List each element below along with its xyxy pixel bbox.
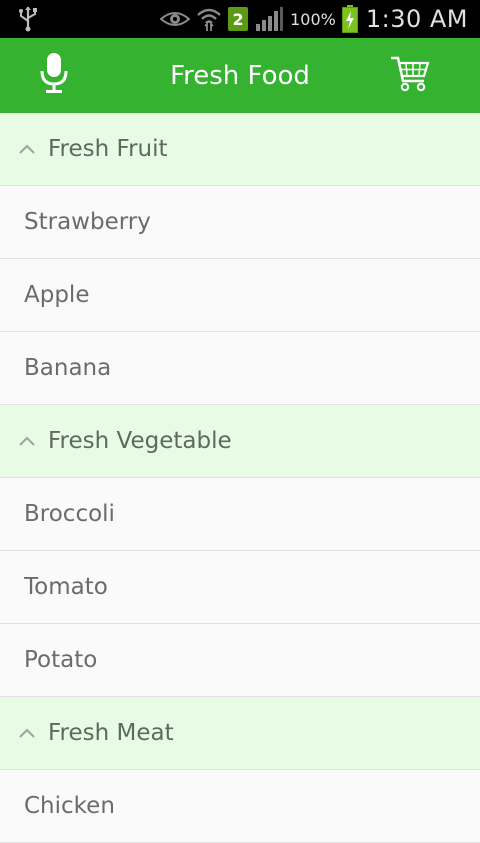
group-title: Fresh Meat (48, 720, 174, 746)
list-item[interactable]: Tomato (0, 551, 480, 624)
group-header-fresh-meat[interactable]: Fresh Meat (0, 697, 480, 770)
cart-button[interactable] (388, 56, 432, 96)
action-bar: Fresh Food (0, 38, 480, 113)
eye-icon (160, 8, 191, 30)
list-item[interactable]: Apple (0, 259, 480, 332)
battery-charging-icon (341, 5, 358, 33)
list-item[interactable]: Potato (0, 624, 480, 697)
group-title: Fresh Fruit (48, 136, 168, 162)
status-bar: 2 100% 1:30 AM (0, 0, 480, 38)
shopping-cart-icon (389, 54, 431, 98)
chevron-up-icon (16, 722, 38, 744)
food-list: Fresh Fruit Strawberry Apple Banana Fres… (0, 113, 480, 843)
list-item[interactable]: Strawberry (0, 186, 480, 259)
list-item[interactable]: Broccoli (0, 478, 480, 551)
group-title: Fresh Vegetable (48, 428, 232, 454)
usb-icon (16, 6, 40, 32)
list-item[interactable]: Banana (0, 332, 480, 405)
group-header-fresh-vegetable[interactable]: Fresh Vegetable (0, 405, 480, 478)
group-header-fresh-fruit[interactable]: Fresh Fruit (0, 113, 480, 186)
list-item[interactable]: Chicken (0, 770, 480, 843)
battery-percent: 100% (290, 9, 336, 29)
wifi-icon (196, 6, 222, 32)
clock: 1:30 AM (365, 5, 468, 33)
chevron-up-icon (16, 430, 38, 452)
chevron-up-icon (16, 138, 38, 160)
microphone-icon (37, 51, 71, 99)
sim-badge: 2 (228, 7, 249, 31)
voice-search-button[interactable] (34, 52, 74, 98)
signal-icon (254, 6, 284, 32)
